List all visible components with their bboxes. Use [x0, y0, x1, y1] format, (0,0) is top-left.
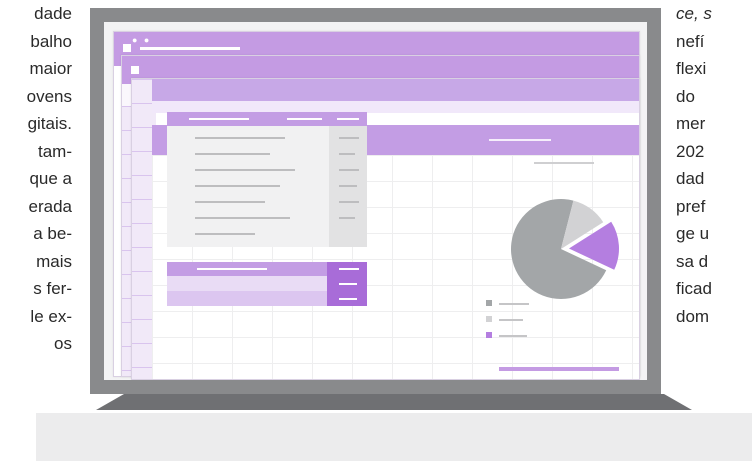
laptop-screen: ● ● — [104, 22, 647, 380]
table-cell — [339, 169, 359, 171]
right-text-line: do — [676, 86, 695, 106]
table-row — [195, 169, 295, 171]
table-row — [195, 185, 280, 187]
laptop-base — [96, 394, 692, 410]
right-text-line: ge u — [676, 224, 710, 243]
legend-label — [499, 319, 523, 321]
banner-line — [489, 139, 551, 141]
left-text-line: mais — [36, 251, 72, 271]
right-text-line: dom — [676, 306, 710, 326]
legend-swatch — [486, 300, 492, 306]
table-row — [195, 137, 285, 139]
table-value-column — [329, 126, 367, 247]
right-text-line: ce, s — [676, 4, 712, 23]
summary-line — [339, 283, 357, 285]
left-text-line: erada — [28, 196, 72, 216]
summary-table — [167, 262, 367, 322]
summary-line — [339, 298, 357, 300]
table-row — [195, 153, 270, 155]
table-cell — [339, 185, 357, 187]
legend-label — [499, 303, 529, 305]
table-row — [195, 217, 290, 219]
left-article-column: dade balho maior ovens gitais. tam-que a erada… — [0, 0, 72, 410]
right-text-line: mer — [676, 114, 706, 133]
left-text-line: le ex- — [30, 306, 72, 326]
window-dots-icon: ● ● — [132, 35, 152, 45]
table-header — [167, 112, 367, 126]
table-cell — [339, 217, 355, 219]
right-text-line: pref — [676, 196, 706, 216]
left-text-line: os — [54, 334, 72, 353]
legend-swatch — [486, 332, 492, 338]
laptop-shadow — [36, 413, 752, 461]
summary-line — [339, 268, 359, 270]
left-text-line: maior — [29, 59, 72, 78]
right-text-line: nefí — [676, 31, 705, 51]
right-article-column: ce, s nefí flexi do mer 202 dad pref ge u sa d fic… — [676, 0, 752, 410]
table-row — [195, 201, 265, 203]
table-cell — [339, 201, 359, 203]
left-text-line: a be- — [33, 224, 72, 243]
left-text-line: gitais. — [27, 114, 72, 133]
table-cell — [339, 137, 359, 139]
left-text-line: ovens — [26, 86, 72, 106]
left-text-line: tam- — [38, 141, 72, 161]
right-text-line: flexi — [676, 59, 707, 78]
left-text-line: dade — [34, 4, 72, 23]
data-table — [167, 112, 367, 247]
laptop-bezel: ● ● — [90, 8, 661, 394]
left-text-line: que a — [29, 169, 72, 188]
scroll-indicator — [499, 367, 619, 371]
table-cell — [339, 153, 355, 155]
right-text-line: 202 — [676, 141, 705, 161]
table-row — [195, 233, 255, 235]
right-text-line: ficad — [676, 279, 712, 298]
left-text-line: s fer- — [33, 279, 72, 298]
summary-line — [197, 268, 267, 270]
legend-label — [499, 335, 527, 337]
right-text-line: dad — [676, 169, 705, 188]
window-square-icon — [123, 44, 131, 52]
window-square-icon — [131, 66, 139, 74]
ribbon-band — [152, 79, 639, 101]
pie-chart — [511, 199, 619, 299]
right-text-line: sa d — [676, 251, 709, 271]
left-text-line: balho — [30, 31, 72, 51]
legend-swatch — [486, 316, 492, 322]
chart-title-placeholder — [534, 162, 594, 164]
window-title-placeholder — [140, 47, 240, 50]
